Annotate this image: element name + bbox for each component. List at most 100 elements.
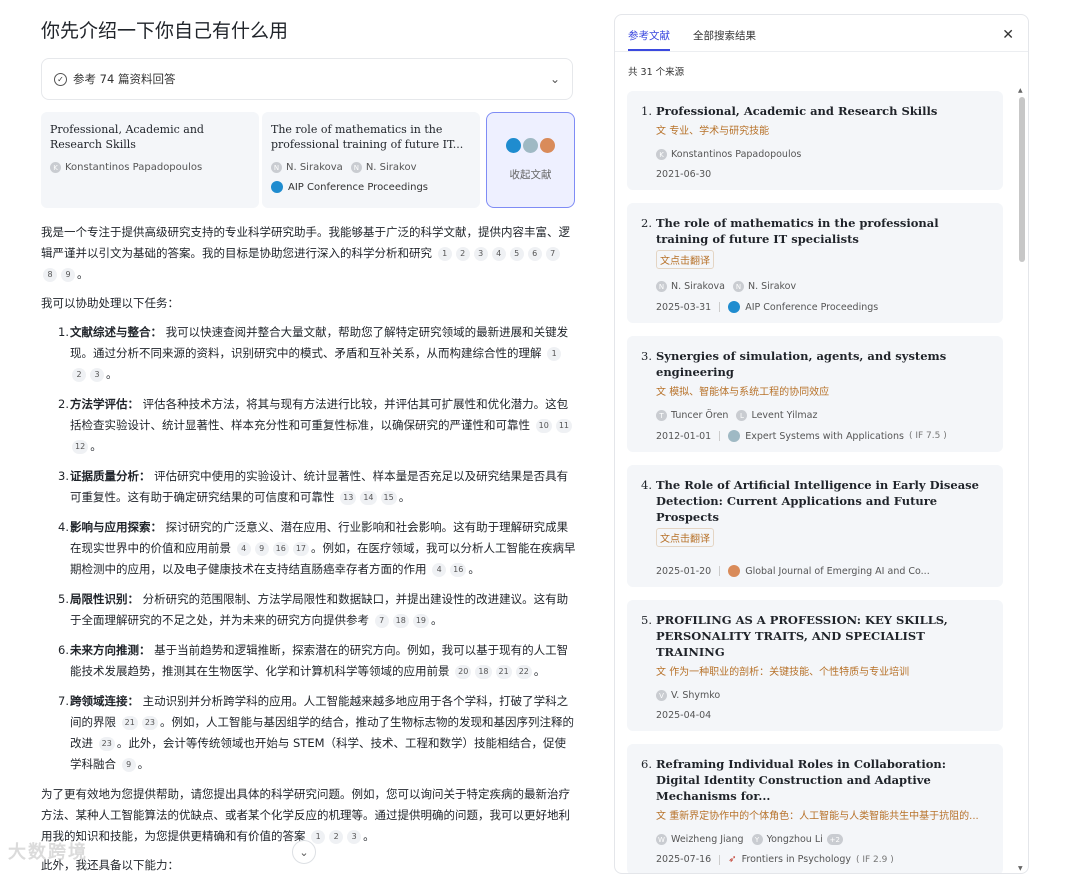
citation-badge[interactable]: 13 xyxy=(340,491,357,505)
author-avatar: N xyxy=(350,162,362,173)
citation-badge[interactable]: 2 xyxy=(329,830,344,844)
translate-button[interactable]: 文点击翻译 xyxy=(656,250,714,269)
citation-badge[interactable]: 6 xyxy=(527,247,542,261)
citation-badge[interactable]: 5 xyxy=(509,247,524,261)
citation-badge[interactable]: 9 xyxy=(121,758,136,772)
item-date: 2025-03-31 xyxy=(656,301,712,313)
item-title: 文献综述与整合： xyxy=(70,325,162,339)
citation-badge[interactable]: 2 xyxy=(455,247,470,261)
tab-all-results[interactable]: 全部搜索结果 xyxy=(693,28,756,51)
citation-badge[interactable]: 3 xyxy=(473,247,488,261)
list-item[interactable]: 6. Reframing Individual Roles in Collabor… xyxy=(627,744,1003,873)
reference-card[interactable]: Professional, Academic and Research Skil… xyxy=(41,112,259,208)
author-name: N. Sirakova xyxy=(286,162,343,173)
sub-text: 专业、学术与研究技能 xyxy=(669,126,770,137)
citation-badge[interactable]: 20 xyxy=(455,665,472,679)
citation-badge[interactable]: 19 xyxy=(412,614,430,628)
translation-text: 文 模拟、智能体与系统工程的协同效应 xyxy=(656,383,989,398)
author-name: V. Shymko xyxy=(671,690,721,701)
scroll-up-icon[interactable]: ▲ xyxy=(1018,87,1023,94)
citation-badge[interactable]: 23 xyxy=(98,737,115,751)
item-title[interactable]: 5. PROFILING AS A PROFESSION: KEY SKILLS,… xyxy=(641,612,989,660)
references-label: 参考 74 篇资料回答 xyxy=(73,72,176,86)
citation-badge[interactable]: 9 xyxy=(254,542,269,556)
item-number: 5. xyxy=(641,613,652,627)
list-item[interactable]: 3. Synergies of simulation, agents, and s… xyxy=(627,336,1003,452)
citation-badge[interactable]: 4 xyxy=(432,563,447,577)
citation-badge[interactable]: 22 xyxy=(515,665,532,679)
impact-factor: ( IF 7.5 ) xyxy=(908,431,947,441)
citation-badge[interactable]: 3 xyxy=(90,368,104,382)
citation-badge[interactable]: 15 xyxy=(380,491,397,505)
panel-tabs: 参考文献 全部搜索结果 ✕ xyxy=(615,15,1028,52)
list-item[interactable]: 2. The role of mathematics in the profess… xyxy=(627,203,1003,323)
item-authors: W Weizheng Jiang Y Yongzhou Li +2 xyxy=(656,834,989,845)
item-date: 2012-01-01 xyxy=(656,430,712,442)
reference-card[interactable]: The role of mathematics in the professio… xyxy=(262,112,480,208)
chat-panel: 你先介绍一下你自己有什么用 ✓ 参考 74 篇资料回答 ⌄ Profession… xyxy=(0,0,600,874)
citation-badge[interactable]: 16 xyxy=(450,563,467,577)
item-number: 2. xyxy=(641,216,652,230)
citation-badge[interactable]: 3 xyxy=(347,830,362,844)
item-date: 2025-07-16 xyxy=(656,854,712,865)
item-title[interactable]: 3. Synergies of simulation, agents, and s… xyxy=(641,348,989,380)
list-item[interactable]: 1. Professional, Academic and Research Sk… xyxy=(627,91,1003,190)
citation-badge[interactable]: 21 xyxy=(121,716,138,730)
item-title[interactable]: 1. Professional, Academic and Research Sk… xyxy=(641,103,989,119)
citation-badge[interactable]: 7 xyxy=(545,247,560,261)
tab-references[interactable]: 参考文献 xyxy=(628,28,670,51)
author-name: Weizheng Jiang xyxy=(671,834,744,845)
citation-badge[interactable]: 1 xyxy=(547,347,562,361)
citation-badge[interactable]: 9 xyxy=(61,268,75,282)
citation-badge[interactable]: 16 xyxy=(272,542,289,556)
citation-badge[interactable]: 18 xyxy=(475,665,492,679)
answer-body: 我是一个专注于提供高级研究支持的专业科学研究助手。我能够基于广泛的科学文献，提供… xyxy=(41,222,576,874)
citation-badge[interactable]: 12 xyxy=(72,440,89,454)
citation-badge[interactable]: 11 xyxy=(555,419,573,433)
citation-badge[interactable]: 8 xyxy=(43,268,57,282)
citation-badge[interactable]: 17 xyxy=(292,542,310,556)
translate-icon: 文 xyxy=(656,126,666,137)
citation-badge[interactable]: 10 xyxy=(535,419,552,433)
translate-icon: 文 xyxy=(656,387,666,398)
journal-logo-icon: ➶ xyxy=(728,854,737,865)
citation-badge[interactable]: 18 xyxy=(392,614,409,628)
collapse-references-button[interactable]: 收起文献 xyxy=(486,112,575,208)
author-name: Tuncer Ören xyxy=(671,410,729,421)
citation-badge[interactable]: 1 xyxy=(311,830,326,844)
more-authors-badge[interactable]: +2 xyxy=(826,834,843,845)
item-title[interactable]: 2. The role of mathematics in the profess… xyxy=(641,215,989,247)
list-item: 1. 文献综述与整合： 我可以快速查阅并整合大量文献，帮助您了解特定研究领域的最新… xyxy=(58,322,576,385)
translate-button[interactable]: 文点击翻译 xyxy=(656,528,714,547)
list-item[interactable]: 4. The Role of Artificial Intelligence in… xyxy=(627,465,1003,587)
close-icon[interactable]: ✕ xyxy=(1002,27,1014,43)
journal-logo-icon xyxy=(728,430,741,442)
author-avatar: N xyxy=(656,281,667,292)
item-meta: 2012-01-01 Expert Systems with Applicatio… xyxy=(656,430,989,442)
references-toggle[interactable]: ✓ 参考 74 篇资料回答 ⌄ xyxy=(41,58,573,100)
item-title[interactable]: 6. Reframing Individual Roles in Collabor… xyxy=(641,756,989,804)
scrollbar[interactable]: ▲ ▼ xyxy=(1018,87,1026,872)
sub-text: 重新界定协作中的个体角色：人工智能与人类智能共生中基于抗阻的... xyxy=(669,811,979,822)
citation-badge[interactable]: 4 xyxy=(236,542,251,556)
citation-badge[interactable]: 4 xyxy=(491,247,506,261)
citation-badge[interactable]: 23 xyxy=(141,716,159,730)
citation-badge[interactable]: 14 xyxy=(360,491,377,505)
item-number: 5. xyxy=(58,592,69,606)
title-text: The role of mathematics in the professio… xyxy=(656,216,939,246)
item-title[interactable]: 4. The Role of Artificial Intelligence in… xyxy=(641,477,989,525)
citation-badge[interactable]: 1 xyxy=(437,247,452,261)
scroll-down-button[interactable]: ⌄ xyxy=(292,840,316,864)
scrollbar-thumb[interactable] xyxy=(1019,97,1025,262)
citation-badge[interactable]: 21 xyxy=(495,665,512,679)
citation-badge[interactable]: 7 xyxy=(374,614,389,628)
list-item[interactable]: 5. PROFILING AS A PROFESSION: KEY SKILLS,… xyxy=(627,600,1003,731)
item-title: 证据质量分析： xyxy=(70,469,151,483)
author-name: Konstantinos Papadopoulos xyxy=(671,149,802,160)
scroll-down-icon[interactable]: ▼ xyxy=(1018,865,1023,872)
list-item: 2. 方法学评估： 评估各种技术方法，将其与现有方法进行比较，并评估其可扩展性和优… xyxy=(58,394,576,457)
item-authors: V V. Shymko xyxy=(656,690,989,701)
citation-badge[interactable]: 2 xyxy=(72,368,86,382)
card-title: The role of mathematics in the professio… xyxy=(271,123,464,151)
card-journal: AIP Conference Proceedings xyxy=(271,181,471,193)
